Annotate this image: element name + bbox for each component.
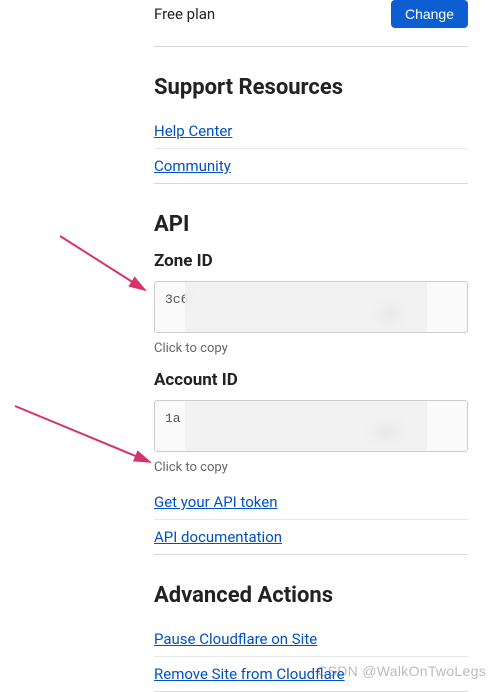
api-links: Get your API token API documentation (154, 485, 468, 555)
community-link[interactable]: Community (154, 149, 468, 184)
account-id-label: Account ID (154, 370, 468, 390)
advanced-actions-heading: Advanced Actions (154, 583, 468, 608)
help-center-link[interactable]: Help Center (154, 114, 468, 149)
account-id-prefix: 1a (165, 411, 181, 426)
support-resources-heading: Support Resources (154, 75, 468, 100)
zone-id-blur (185, 282, 427, 332)
pause-cloudflare-link[interactable]: Pause Cloudflare on Site (154, 622, 468, 657)
zone-id-copy-hint: Click to copy (154, 341, 468, 356)
plan-row: Free plan Change (154, 0, 468, 47)
zone-id-field[interactable]: 3c6 xxxxxxxxxxxxxxxxxxxxxxxxxxxxxxxx 2d (154, 281, 468, 333)
api-heading: API (154, 212, 468, 237)
remove-site-link[interactable]: Remove Site from Cloudflare (154, 657, 468, 692)
support-links: Help Center Community (154, 114, 468, 184)
advanced-links: Pause Cloudflare on Site Remove Site fro… (154, 622, 468, 692)
account-id-blur (185, 401, 427, 451)
change-plan-button[interactable]: Change (391, 0, 468, 28)
account-id-copy-hint: Click to copy (154, 460, 468, 475)
api-documentation-link[interactable]: API documentation (154, 520, 468, 555)
zone-id-label: Zone ID (154, 251, 468, 271)
get-api-token-link[interactable]: Get your API token (154, 485, 468, 520)
account-id-field[interactable]: 1a xxxxxxxxxxxxxxxxxxxxxxxxxxxxxxxx 76f (154, 400, 468, 452)
plan-label: Free plan (154, 5, 215, 23)
